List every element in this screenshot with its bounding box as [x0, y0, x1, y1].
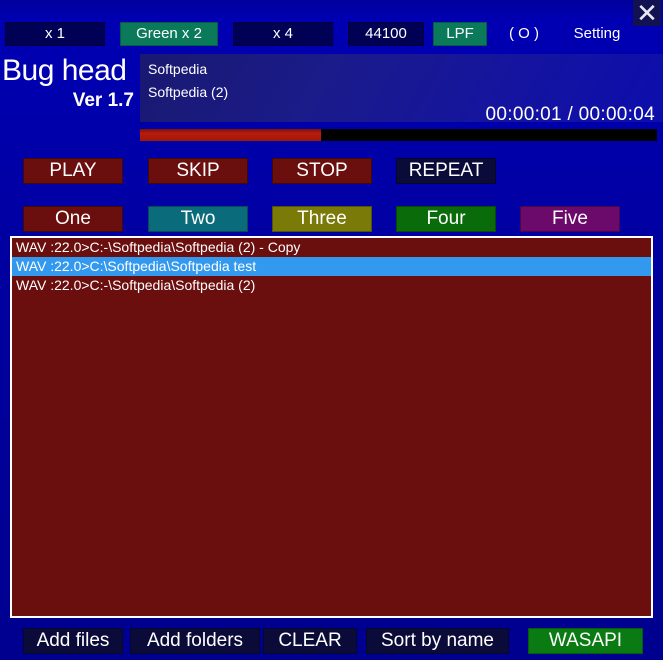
time-display: 00:00:01 / 00:00:04	[485, 104, 655, 125]
sort-by-name-button[interactable]: Sort by name	[366, 628, 509, 654]
title-bar	[0, 0, 663, 18]
toolbar-button-samplerate[interactable]: 44100	[348, 22, 424, 46]
playlist-row[interactable]: WAV :22.0>C:-\Softpedia\Softpedia (2)	[12, 276, 651, 295]
seek-bar-fill	[140, 129, 321, 141]
preset-button-four[interactable]: Four	[396, 206, 496, 232]
add-files-button[interactable]: Add files	[23, 628, 123, 654]
add-folders-button[interactable]: Add folders	[130, 628, 260, 654]
now-playing-line-2: Softpedia (2)	[148, 84, 229, 100]
playlist-row[interactable]: WAV :22.0>C:-\Softpedia\Softpedia (2) - …	[12, 238, 651, 257]
stop-button[interactable]: STOP	[272, 158, 372, 184]
preset-button-one[interactable]: One	[23, 206, 123, 232]
toolbar-button-output[interactable]: ( O )	[495, 22, 553, 46]
app-logo: Bug head Ver 1.7	[0, 54, 140, 120]
clear-button[interactable]: CLEAR	[263, 628, 357, 654]
app-version: Ver 1.7	[72, 90, 134, 111]
preset-button-five[interactable]: Five	[520, 206, 620, 232]
toolbar-button-setting[interactable]: Setting	[558, 22, 636, 46]
repeat-button[interactable]: REPEAT	[396, 158, 496, 184]
toolbar-button-green-x2[interactable]: Green x 2	[120, 22, 218, 46]
bughead-player-window: ✕ x 1 Green x 2 x 4 44100 LPF ( O ) Sett…	[0, 0, 663, 660]
toolbar-button-x1[interactable]: x 1	[5, 22, 105, 46]
playlist[interactable]: WAV :22.0>C:-\Softpedia\Softpedia (2) - …	[10, 236, 653, 618]
top-toolbar: x 1 Green x 2 x 4 44100 LPF ( O ) Settin…	[0, 22, 663, 48]
preset-button-three[interactable]: Three	[272, 206, 372, 232]
seek-bar[interactable]	[140, 129, 657, 141]
toolbar-button-x4[interactable]: x 4	[233, 22, 333, 46]
wasapi-button[interactable]: WASAPI	[528, 628, 643, 654]
playlist-row[interactable]: WAV :22.0>C:\Softpedia\Softpedia test	[12, 257, 651, 276]
now-playing-panel: Softpedia Softpedia (2) 00:00:01 / 00:00…	[140, 54, 663, 125]
skip-button[interactable]: SKIP	[148, 158, 248, 184]
play-button[interactable]: PLAY	[23, 158, 123, 184]
toolbar-button-lpf[interactable]: LPF	[433, 22, 487, 46]
preset-button-two[interactable]: Two	[148, 206, 248, 232]
now-playing-line-1: Softpedia	[148, 61, 208, 77]
app-name: Bug head	[2, 54, 127, 87]
